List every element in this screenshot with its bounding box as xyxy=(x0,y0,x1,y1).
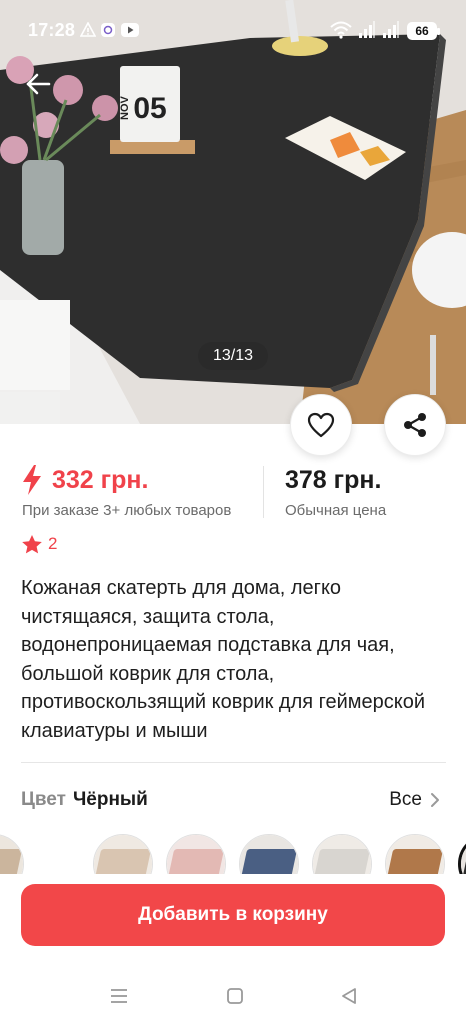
price-block: 332 грн. При заказе 3+ любых товаров 378… xyxy=(0,462,466,522)
back-button[interactable] xyxy=(18,64,58,104)
color-swatch-partial[interactable] xyxy=(0,834,24,874)
all-colors-label: Все xyxy=(389,789,422,810)
system-nav-bar xyxy=(0,972,466,1024)
status-bar: 17:28 66 xyxy=(0,0,466,62)
regular-price-block: 378 грн. Обычная цена xyxy=(285,462,387,520)
swatch-mat xyxy=(94,849,152,874)
warning-icon xyxy=(80,21,96,39)
swatch-mat xyxy=(313,849,371,874)
chevron-right-icon xyxy=(431,793,439,807)
all-colors-link[interactable]: Все xyxy=(389,786,440,814)
home-nav-button[interactable] xyxy=(220,984,250,1008)
promo-price: 332 грн. xyxy=(52,465,149,494)
promo-price-note: При заказе 3+ любых товаров xyxy=(22,502,232,519)
share-icon xyxy=(404,413,426,437)
wifi-icon xyxy=(330,21,352,39)
color-swatch-beige[interactable] xyxy=(93,834,153,874)
color-selector-header: Цвет Чёрный Все xyxy=(21,786,446,814)
color-swatch-light-grey[interactable] xyxy=(312,834,372,874)
promo-price-block: 332 грн. При заказе 3+ любых товаров xyxy=(22,462,231,519)
svg-text:05: 05 xyxy=(133,92,166,125)
color-swatch-blue[interactable] xyxy=(239,834,299,874)
swatch-mat xyxy=(386,849,444,874)
divider xyxy=(263,466,264,518)
youtube-icon xyxy=(121,21,139,39)
share-button[interactable] xyxy=(384,394,446,456)
home-square-icon xyxy=(227,988,243,1004)
product-title: Кожаная скатерть для дома, легко чистяща… xyxy=(21,577,426,742)
arrow-left-icon xyxy=(26,73,51,95)
swatch-mat xyxy=(240,849,298,874)
svg-text:NOV: NOV xyxy=(119,96,131,121)
gallery-counter: 13/13 xyxy=(198,342,268,370)
menu-nav-button[interactable] xyxy=(104,984,134,1008)
favorite-button[interactable] xyxy=(290,394,352,456)
swatch-mat xyxy=(167,849,225,874)
rating-count: 2 xyxy=(48,534,58,553)
viber-icon xyxy=(100,21,116,39)
color-swatches xyxy=(0,834,466,874)
divider xyxy=(21,762,446,763)
color-swatch-pink[interactable] xyxy=(166,834,226,874)
battery-icon: 66 xyxy=(407,22,440,40)
regular-price-note: Обычная цена xyxy=(285,502,387,519)
color-label: Цвет xyxy=(21,789,66,810)
rating[interactable]: 2 xyxy=(22,534,57,554)
signal-icon xyxy=(382,21,400,39)
star-icon xyxy=(22,534,42,553)
color-swatch-black[interactable] xyxy=(458,834,466,874)
add-to-cart-button[interactable]: Добавить в корзину xyxy=(21,884,445,946)
status-time: 17:28 xyxy=(28,20,76,40)
menu-icon xyxy=(111,989,127,1003)
back-nav-button[interactable] xyxy=(334,984,364,1008)
color-swatch-brown[interactable] xyxy=(385,834,445,874)
triangle-back-icon xyxy=(342,988,356,1004)
regular-price: 378 грн. xyxy=(285,465,382,494)
heart-icon xyxy=(307,412,335,438)
color-value: Чёрный xyxy=(72,789,148,810)
signal-icon xyxy=(358,21,376,39)
lightning-icon xyxy=(22,465,42,495)
